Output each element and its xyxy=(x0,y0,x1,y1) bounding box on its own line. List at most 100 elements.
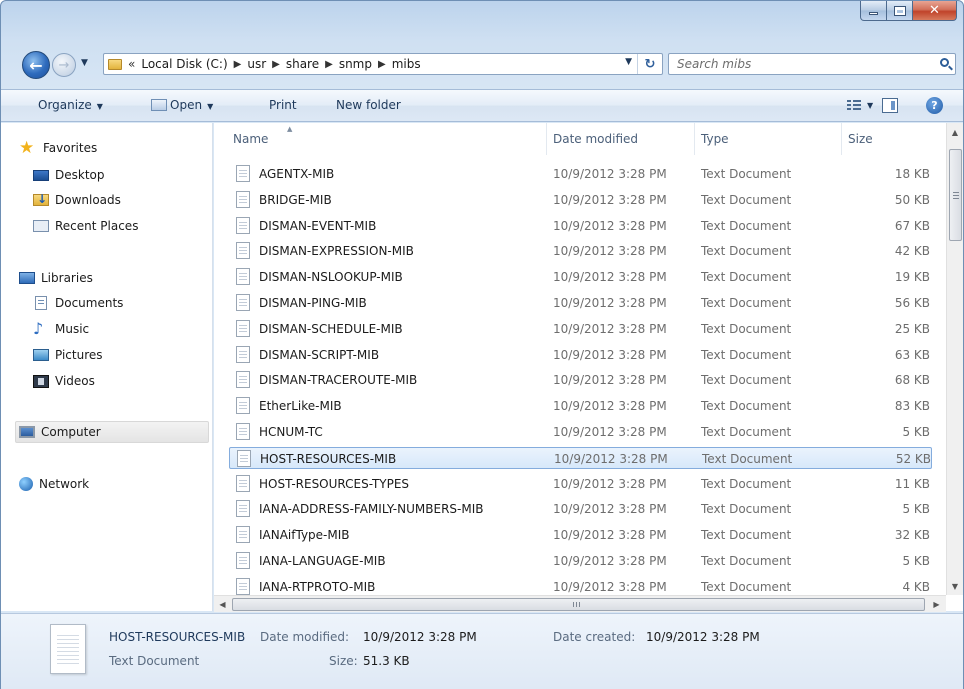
file-row[interactable]: BRIDGE-MIB 10/9/2012 3:28 PM Text Document… xyxy=(229,189,932,211)
explorer-window: ✕ ← → ▼ « Local Disk (C:) ▶ usr ▶ share … xyxy=(0,0,964,689)
file-name: EtherLike-MIB xyxy=(259,399,342,414)
print-button[interactable]: Print xyxy=(269,98,297,112)
file-row[interactable]: IANA-ADDRESS-FAMILY-NUMBERS-MIB 10/9/2012… xyxy=(229,498,932,520)
address-history-dropdown[interactable]: ▼ xyxy=(625,57,632,67)
nav-documents[interactable]: Documents xyxy=(33,292,209,314)
breadcrumb-share[interactable]: share xyxy=(286,57,319,71)
file-size: 83 KB xyxy=(894,399,930,414)
network-icon xyxy=(19,477,33,491)
file-row[interactable]: DISMAN-NSLOOKUP-MIB 10/9/2012 3:28 PM Text… xyxy=(229,266,932,288)
file-type: Text Document xyxy=(701,321,792,336)
change-view-icon[interactable] xyxy=(847,100,861,111)
file-row[interactable]: DISMAN-SCRIPT-MIB 10/9/2012 3:28 PM Text D… xyxy=(229,344,932,366)
text-file-icon xyxy=(236,319,250,337)
column-name-label: Name xyxy=(233,132,269,146)
file-row[interactable]: HOST-RESOURCES-TYPES 10/9/2012 3:28 PM Tex… xyxy=(229,473,932,495)
open-icon xyxy=(151,99,167,111)
breadcrumb-usr[interactable]: usr xyxy=(247,57,266,71)
address-bar[interactable]: « Local Disk (C:) ▶ usr ▶ share ▶ snmp ▶… xyxy=(103,53,663,75)
horizontal-scroll-thumb[interactable] xyxy=(232,598,925,611)
nav-pictures[interactable]: Pictures xyxy=(33,344,209,366)
breadcrumb-mibs[interactable]: mibs xyxy=(392,57,421,71)
file-name: DISMAN-SCHEDULE-MIB xyxy=(259,321,403,336)
file-date-modified: 10/9/2012 3:28 PM xyxy=(554,451,668,466)
chevron-right-icon[interactable]: ▶ xyxy=(378,59,386,70)
horizontal-scrollbar[interactable]: ◀ ▶ xyxy=(214,595,946,612)
file-row[interactable]: DISMAN-TRACEROUTE-MIB 10/9/2012 3:28 PM Te… xyxy=(229,369,932,391)
nav-favorites[interactable]: ★ Favorites xyxy=(19,137,209,159)
text-file-icon xyxy=(236,500,250,518)
file-row[interactable]: IANA-LANGUAGE-MIB 10/9/2012 3:28 PM Text D… xyxy=(229,550,932,572)
file-name: IANAifType-MIB xyxy=(259,528,350,543)
file-row[interactable]: AGENTX-MIB 10/9/2012 3:28 PM Text Document… xyxy=(229,163,932,185)
text-file-icon xyxy=(236,474,250,492)
file-row[interactable]: DISMAN-PING-MIB 10/9/2012 3:28 PM Text Doc… xyxy=(229,292,932,314)
file-row[interactable]: DISMAN-EVENT-MIB 10/9/2012 3:28 PM Text Do… xyxy=(229,215,932,237)
search-icon[interactable] xyxy=(940,58,949,67)
organize-button[interactable]: Organize ▼ xyxy=(38,98,103,112)
search-box[interactable]: Search mibs xyxy=(668,53,956,75)
preview-pane-icon[interactable] xyxy=(882,98,898,113)
open-button[interactable]: Open ▼ xyxy=(151,98,213,112)
nav-recent-places[interactable]: Recent Places xyxy=(33,215,209,237)
text-file-icon xyxy=(236,371,250,389)
help-icon[interactable]: ? xyxy=(926,97,943,114)
file-type: Text Document xyxy=(701,270,792,285)
column-header-size[interactable]: Size xyxy=(843,123,945,155)
chevron-right-icon[interactable]: ▶ xyxy=(272,59,280,70)
maximize-button[interactable] xyxy=(887,1,913,21)
nav-computer[interactable]: Computer xyxy=(15,421,209,443)
column-header-date-modified[interactable]: Date modified xyxy=(548,123,695,155)
nav-libraries[interactable]: Libraries xyxy=(19,267,209,289)
caption-buttons: ✕ xyxy=(860,1,957,21)
details-date-created-value: 10/9/2012 3:28 PM xyxy=(646,630,760,644)
file-row[interactable]: HOST-RESOURCES-MIB 10/9/2012 3:28 PM Text … xyxy=(229,446,932,469)
chevron-right-icon[interactable]: ▶ xyxy=(325,59,333,70)
nav-downloads[interactable]: Downloads xyxy=(33,189,209,211)
new-folder-button[interactable]: New folder xyxy=(336,98,401,112)
vertical-scrollbar[interactable]: ▲ ▼ xyxy=(946,123,963,595)
scroll-right-button[interactable]: ▶ xyxy=(928,596,945,612)
file-row[interactable]: IANAifType-MIB 10/9/2012 3:28 PM Text Docu… xyxy=(229,524,932,546)
file-size: 68 KB xyxy=(894,373,930,388)
file-row[interactable]: EtherLike-MIB 10/9/2012 3:28 PM Text Docum… xyxy=(229,395,932,417)
open-label: Open xyxy=(170,98,203,112)
scroll-up-button[interactable]: ▲ xyxy=(947,124,963,141)
minimize-button[interactable] xyxy=(860,1,887,21)
file-type: Text Document xyxy=(701,502,792,517)
close-icon: ✕ xyxy=(929,3,940,18)
nav-videos[interactable]: Videos xyxy=(33,370,209,392)
search-placeholder: Search mibs xyxy=(677,57,752,71)
file-date-modified: 10/9/2012 3:28 PM xyxy=(553,399,667,414)
refresh-button[interactable]: ↻ xyxy=(637,54,662,74)
breadcrumb-overflow[interactable]: « xyxy=(128,57,135,71)
nav-network[interactable]: Network xyxy=(19,473,209,495)
nav-music[interactable]: ♪ Music xyxy=(33,318,209,340)
scroll-down-button[interactable]: ▼ xyxy=(947,578,963,595)
forward-button[interactable]: → xyxy=(52,53,76,77)
column-header-type[interactable]: Type xyxy=(696,123,842,155)
nav-desktop[interactable]: Desktop xyxy=(33,164,209,186)
file-type: Text Document xyxy=(702,451,793,466)
breadcrumb-snmp[interactable]: snmp xyxy=(339,57,372,71)
details-date-created-label: Date created: xyxy=(553,630,636,644)
recent-pages-dropdown[interactable]: ▼ xyxy=(81,58,88,68)
file-row[interactable]: DISMAN-EXPRESSION-MIB 10/9/2012 3:28 PM Te… xyxy=(229,240,932,262)
view-options-dropdown[interactable]: ▼ xyxy=(867,101,873,110)
file-list: Name ▲ Date modified Type Size AGENTX-MI… xyxy=(214,123,963,612)
file-date-modified: 10/9/2012 3:28 PM xyxy=(553,167,667,181)
breadcrumb-local-disk[interactable]: Local Disk (C:) xyxy=(141,57,227,71)
desktop-icon xyxy=(33,169,49,181)
column-header-name[interactable]: Name ▲ xyxy=(228,123,547,155)
close-button[interactable]: ✕ xyxy=(913,1,957,21)
file-row[interactable]: HCNUM-TC 10/9/2012 3:28 PM Text Document 5 … xyxy=(229,421,932,443)
details-size-label: Size: xyxy=(329,654,358,668)
back-button[interactable]: ← xyxy=(22,51,50,79)
vertical-scroll-thumb[interactable] xyxy=(949,149,962,241)
file-row[interactable]: DISMAN-SCHEDULE-MIB 10/9/2012 3:28 PM Text… xyxy=(229,318,932,340)
music-icon: ♪ xyxy=(33,319,44,338)
scroll-left-button[interactable]: ◀ xyxy=(214,596,231,612)
file-type: Text Document xyxy=(701,425,792,439)
nav-favorites-label: Favorites xyxy=(43,141,98,155)
chevron-right-icon[interactable]: ▶ xyxy=(234,59,242,70)
